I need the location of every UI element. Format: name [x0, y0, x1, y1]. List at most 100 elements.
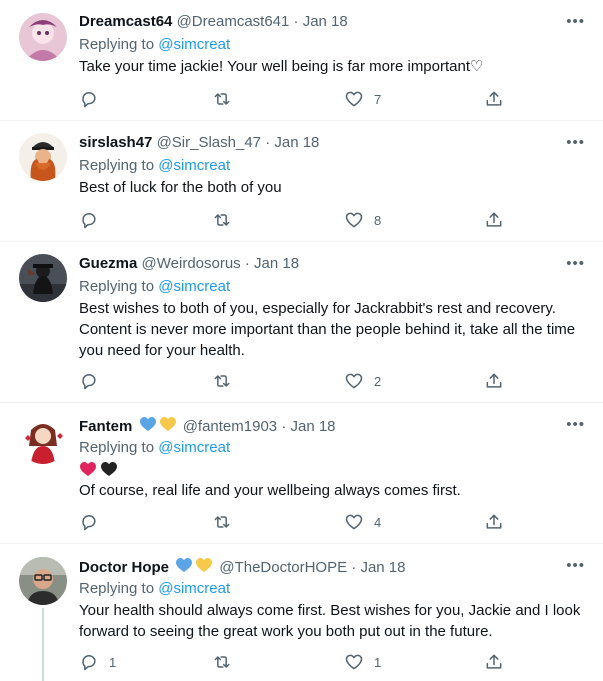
separator-dot: ·	[293, 13, 299, 30]
tweet-text-line: Content is never more important than the…	[79, 321, 576, 338]
user-handle[interactable]: @Dreamcast641	[177, 13, 290, 30]
user-handle[interactable]: @Sir_Slash_47	[157, 134, 261, 151]
reply-icon	[79, 89, 99, 109]
retweet-icon	[212, 210, 232, 230]
tweet-text: Your health should always come first. Be…	[79, 600, 584, 642]
like-count: 7	[374, 91, 382, 107]
share-button[interactable]	[484, 652, 504, 672]
display-name[interactable]: Dreamcast64	[79, 13, 172, 30]
tweet-actions: 8	[79, 210, 509, 230]
user-handle[interactable]: @TheDoctorHOPE	[219, 559, 347, 576]
reply-button[interactable]	[79, 512, 99, 532]
retweet-icon	[212, 371, 232, 391]
avatar[interactable]	[19, 254, 67, 302]
tweet-guezma[interactable]: Guezma @Weirdosorus · Jan 18 ••• Replyin…	[0, 242, 603, 403]
tweet-text: Of course, real life and your wellbeing …	[79, 482, 461, 499]
replying-to-link[interactable]: @simcreat	[158, 157, 230, 174]
more-options-button[interactable]: •••	[566, 134, 585, 151]
user-handle[interactable]: @fantem1903	[183, 418, 277, 435]
retweet-button[interactable]	[212, 210, 232, 230]
more-options-button[interactable]: •••	[566, 557, 585, 574]
more-options-button[interactable]: •••	[566, 255, 585, 272]
share-button[interactable]	[484, 210, 504, 230]
replying-to-label: Replying to	[79, 278, 155, 295]
separator-dot: ·	[281, 418, 287, 435]
reply-count: 1	[109, 654, 117, 670]
replying-to-link[interactable]: @simcreat	[158, 580, 230, 597]
reply-button[interactable]	[79, 210, 99, 230]
tweet-actions: 2	[79, 371, 509, 391]
tweet-date[interactable]: Jan 18	[360, 559, 405, 576]
share-icon	[484, 89, 504, 109]
replying-to: Replying to @simcreat	[79, 156, 230, 176]
replying-to-link[interactable]: @simcreat	[158, 36, 230, 53]
more-options-button[interactable]: •••	[566, 13, 585, 30]
share-icon	[484, 371, 504, 391]
replying-to: Replying to @simcreat	[79, 579, 230, 599]
reply-icon	[79, 652, 99, 672]
replying-to-label: Replying to	[79, 580, 155, 597]
tweet-header: sirslash47 @Sir_Slash_47 · Jan 18	[79, 133, 319, 153]
reply-feed: Dreamcast64 @Dreamcast641 · Jan 18 ••• R…	[0, 0, 603, 681]
name-emoji-hearts	[175, 556, 213, 580]
reply-button[interactable]: 1	[79, 652, 116, 672]
replying-to-link[interactable]: @simcreat	[158, 439, 230, 456]
retweet-button[interactable]	[212, 89, 232, 109]
tweet-date[interactable]: Jan 18	[274, 134, 319, 151]
like-button[interactable]: 4	[344, 512, 381, 532]
display-name[interactable]: sirslash47	[79, 134, 152, 151]
separator-dot: ·	[265, 134, 271, 151]
retweet-button[interactable]	[212, 652, 232, 672]
tweet-doctor-hope[interactable]: Doctor Hope @TheDoctorHOPE · Jan 18 ••• …	[0, 544, 603, 681]
avatar[interactable]	[19, 416, 67, 464]
tweet-text: Take your time jackie! Your well being i…	[79, 58, 484, 75]
share-button[interactable]	[484, 89, 504, 109]
tweet-fantem[interactable]: Fantem @fantem1903 · Jan 18 ••• Replying…	[0, 403, 603, 544]
tweet-text-line: you need for your health.	[79, 342, 245, 359]
avatar[interactable]	[19, 133, 67, 181]
replying-to-label: Replying to	[79, 157, 155, 174]
tweet-header: Guezma @Weirdosorus · Jan 18	[79, 254, 299, 274]
display-name[interactable]: Fantem	[79, 418, 132, 435]
display-name[interactable]: Doctor Hope	[79, 559, 169, 576]
replying-to: Replying to @simcreat	[79, 35, 230, 55]
share-icon	[484, 652, 504, 672]
reply-button[interactable]	[79, 89, 99, 109]
avatar[interactable]	[19, 557, 67, 605]
tweet-date[interactable]: Jan 18	[290, 418, 335, 435]
retweet-icon	[212, 512, 232, 532]
retweet-button[interactable]	[212, 371, 232, 391]
blue-heart-icon	[176, 558, 193, 572]
tweet-header: Doctor Hope @TheDoctorHOPE · Jan 18	[79, 556, 406, 580]
more-options-button[interactable]: •••	[566, 416, 585, 433]
yellow-heart-icon	[159, 417, 176, 431]
tweet-sirslash47[interactable]: sirslash47 @Sir_Slash_47 · Jan 18 ••• Re…	[0, 121, 603, 242]
like-count: 4	[374, 514, 382, 530]
tweet-dreamcast64[interactable]: Dreamcast64 @Dreamcast641 · Jan 18 ••• R…	[0, 0, 603, 121]
retweet-icon	[212, 89, 232, 109]
share-button[interactable]	[484, 371, 504, 391]
tweet-date[interactable]: Jan 18	[303, 13, 348, 30]
avatar[interactable]	[19, 13, 67, 61]
tweet-header: Dreamcast64 @Dreamcast641 · Jan 18	[79, 12, 348, 32]
user-handle[interactable]: @Weirdosorus	[142, 255, 241, 272]
like-count: 8	[374, 212, 382, 228]
tweet-text-line: Best wishes to both of you, especially f…	[79, 300, 556, 317]
like-button[interactable]: 8	[344, 210, 381, 230]
replying-to-link[interactable]: @simcreat	[158, 278, 230, 295]
black-heart-icon	[101, 462, 117, 476]
like-count: 2	[374, 373, 382, 389]
like-button[interactable]: 7	[344, 89, 381, 109]
reply-button[interactable]	[79, 371, 99, 391]
replying-to-label: Replying to	[79, 439, 155, 456]
reply-icon	[79, 512, 99, 532]
replying-to: Replying to @simcreat	[79, 438, 230, 458]
share-button[interactable]	[484, 512, 504, 532]
heart-icon	[344, 89, 364, 109]
display-name[interactable]: Guezma	[79, 255, 137, 272]
like-button[interactable]: 1	[344, 652, 381, 672]
tweet-date[interactable]: Jan 18	[254, 255, 299, 272]
retweet-button[interactable]	[212, 512, 232, 532]
like-button[interactable]: 2	[344, 371, 381, 391]
tweet-actions: 1 1	[79, 652, 509, 672]
